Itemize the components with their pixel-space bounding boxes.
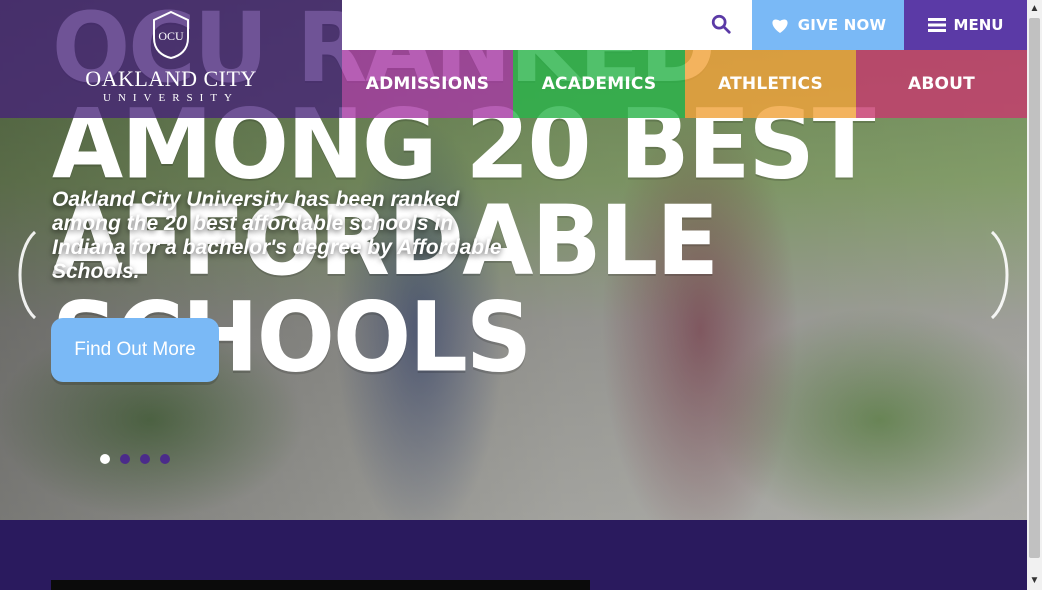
nav-item-admissions[interactable]: ADMISSIONS bbox=[342, 50, 513, 118]
slider-prev-arrow[interactable] bbox=[5, 230, 45, 320]
slider-dot-3[interactable] bbox=[140, 454, 150, 464]
hero-subtext: Oakland City University has been ranked … bbox=[52, 188, 502, 283]
vertical-scrollbar[interactable]: ▲ ▼ bbox=[1027, 0, 1042, 590]
find-out-more-button[interactable]: Find Out More bbox=[51, 318, 219, 382]
give-now-button[interactable]: GIVE NOW bbox=[752, 0, 904, 50]
slider-dot-4[interactable] bbox=[160, 454, 170, 464]
slider-dots bbox=[100, 454, 170, 464]
header-top-bar: GIVE NOW MENU bbox=[342, 0, 1027, 50]
embedded-media-frame bbox=[51, 580, 590, 590]
slider-dot-1[interactable] bbox=[100, 454, 110, 464]
nav-item-about[interactable]: ABOUT bbox=[856, 50, 1027, 118]
chevron-left-icon bbox=[18, 230, 37, 320]
search-icon bbox=[711, 14, 731, 34]
university-seal-icon: OCU bbox=[153, 10, 189, 60]
below-hero-section bbox=[0, 520, 1027, 590]
heart-icon bbox=[772, 19, 788, 33]
scroll-up-arrow-icon[interactable]: ▲ bbox=[1027, 2, 1042, 16]
menu-label: MENU bbox=[953, 16, 1004, 34]
nav-item-athletics[interactable]: ATHLETICS bbox=[685, 50, 856, 118]
slider-dot-2[interactable] bbox=[120, 454, 130, 464]
chevron-right-icon bbox=[990, 230, 1009, 320]
logo-name: OAKLAND CITY bbox=[85, 66, 257, 91]
site-logo[interactable]: OCU OAKLAND CITY UNIVERSITY bbox=[79, 10, 263, 106]
logo-subtitle: UNIVERSITY bbox=[103, 92, 239, 104]
give-now-label: GIVE NOW bbox=[797, 16, 887, 34]
seal-text: OCU bbox=[158, 29, 184, 43]
hamburger-icon bbox=[927, 18, 946, 32]
menu-button[interactable]: MENU bbox=[904, 0, 1027, 50]
main-navigation: ADMISSIONS ACADEMICS ATHLETICS ABOUT bbox=[342, 50, 1027, 118]
scrollbar-thumb[interactable] bbox=[1029, 18, 1040, 558]
scroll-down-arrow-icon[interactable]: ▼ bbox=[1027, 574, 1042, 588]
search-button[interactable] bbox=[342, 0, 752, 50]
header-logo-panel: OCU OAKLAND CITY UNIVERSITY bbox=[0, 0, 342, 118]
slider-next-arrow[interactable] bbox=[982, 230, 1022, 320]
nav-item-academics[interactable]: ACADEMICS bbox=[513, 50, 685, 118]
